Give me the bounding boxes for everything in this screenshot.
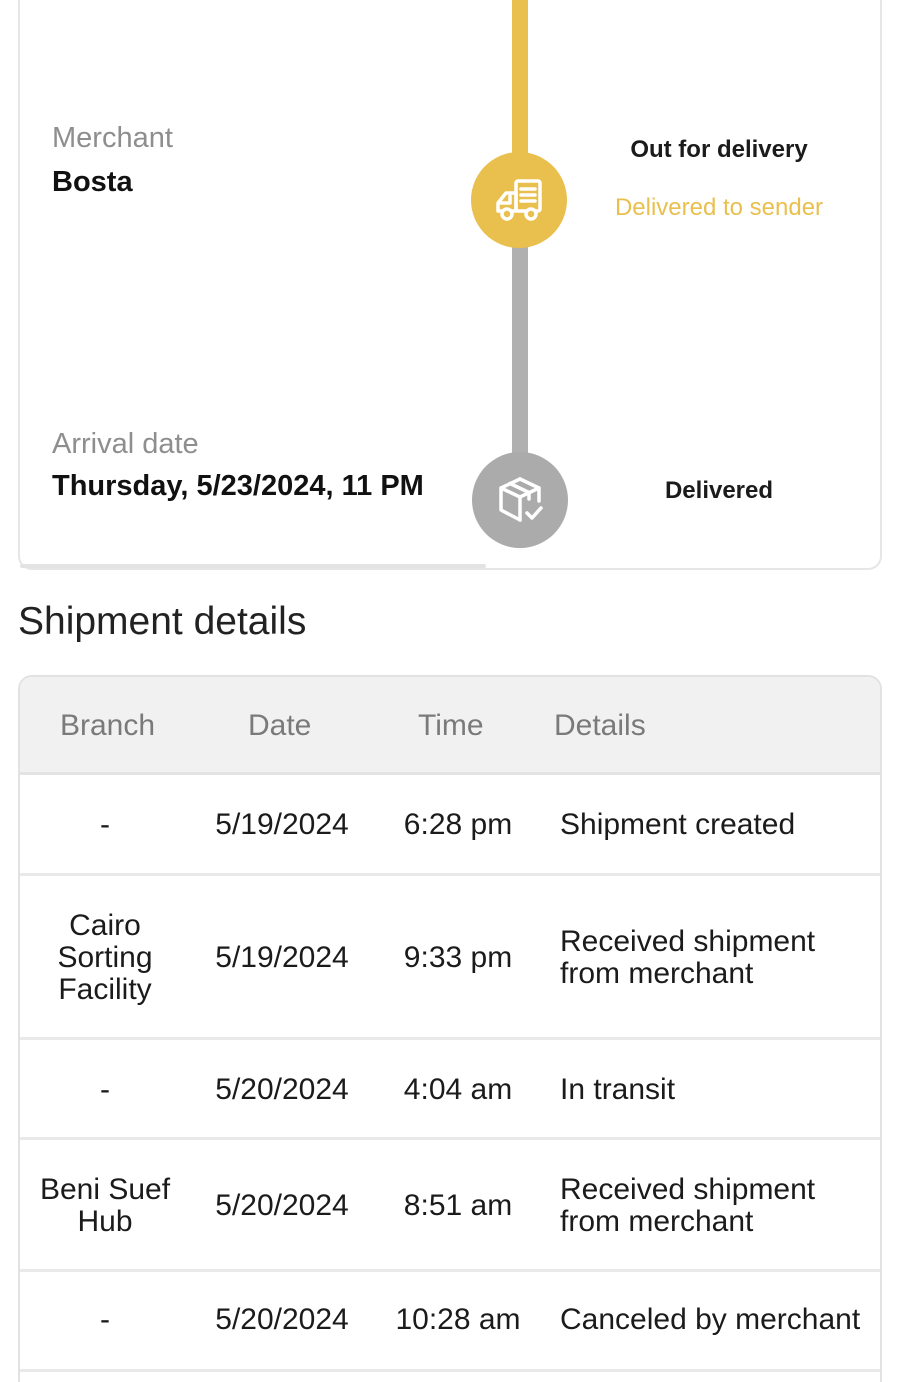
- card-divider: [20, 564, 486, 568]
- table-row: - 5/20/2024 10:28 am Canceled by merchan…: [20, 1272, 880, 1372]
- arrival-date-value: Thursday, 5/23/2024, 11 PM: [52, 470, 424, 502]
- cell-time: 9:33 pm: [403, 941, 513, 974]
- column-header-branch: Branch: [60, 709, 156, 742]
- cell-date: 5/19/2024: [215, 941, 349, 974]
- cell-details: Received shipment from merchant: [560, 1173, 816, 1238]
- merchant-label: Merchant: [52, 122, 173, 154]
- cell-details: Canceled by merchant: [560, 1303, 861, 1336]
- cell-details: In transit: [560, 1073, 676, 1106]
- cell-branch: -: [100, 1073, 110, 1106]
- table-row: Beni Suef Hub 5/20/2024 8:51 am Received…: [20, 1140, 880, 1272]
- step-delivered: [472, 452, 568, 548]
- table-row: - 5/20/2024 4:04 am In transit: [20, 1040, 880, 1140]
- cell-details: Received shipment from merchant: [560, 925, 816, 990]
- cell-details: Shipment created: [560, 808, 796, 841]
- progress-line-pending: [512, 240, 528, 462]
- step-subtitle-delivered-to-sender: Delivered to sender: [614, 194, 824, 221]
- column-header-date: Date: [248, 709, 312, 742]
- merchant-value: Bosta: [52, 166, 133, 198]
- package-check-icon: [499, 477, 543, 522]
- section-title: Shipment details: [18, 600, 307, 643]
- cell-date: 5/20/2024: [215, 1303, 349, 1336]
- step-title-out-for-delivery: Out for delivery: [630, 136, 808, 163]
- cell-time: 6:28 pm: [403, 808, 513, 841]
- shipment-details-table: Branch Date Time Details - 5/19/2024 6:2…: [18, 675, 882, 1382]
- cell-time: 8:51 am: [403, 1189, 513, 1222]
- delivery-truck-icon: [496, 179, 542, 221]
- step-out-for-delivery: [471, 152, 567, 248]
- column-header-details: Details: [554, 709, 646, 742]
- cell-branch: -: [100, 808, 110, 841]
- step-title-delivered: Delivered: [664, 477, 774, 504]
- cell-date: 5/20/2024: [215, 1073, 349, 1106]
- column-header-time: Time: [418, 709, 484, 742]
- arrival-date-label: Arrival date: [52, 428, 199, 460]
- cell-branch: -: [100, 1303, 110, 1336]
- cell-time: 4:04 am: [403, 1073, 513, 1106]
- cell-date: 5/19/2024: [215, 808, 349, 841]
- table-header: Branch Date Time Details: [20, 677, 880, 775]
- table-row: Cairo Sorting Facility 5/19/2024 9:33 pm…: [20, 876, 880, 1040]
- table-row: - 5/19/2024 6:28 pm Shipment created: [20, 775, 880, 876]
- cell-time: 10:28 am: [395, 1303, 521, 1336]
- cell-date: 5/20/2024: [215, 1189, 349, 1222]
- cell-branch: Cairo Sorting Facility: [57, 909, 153, 1006]
- progress-line-complete: [512, 0, 528, 160]
- cell-branch: Beni Suef Hub: [39, 1173, 171, 1238]
